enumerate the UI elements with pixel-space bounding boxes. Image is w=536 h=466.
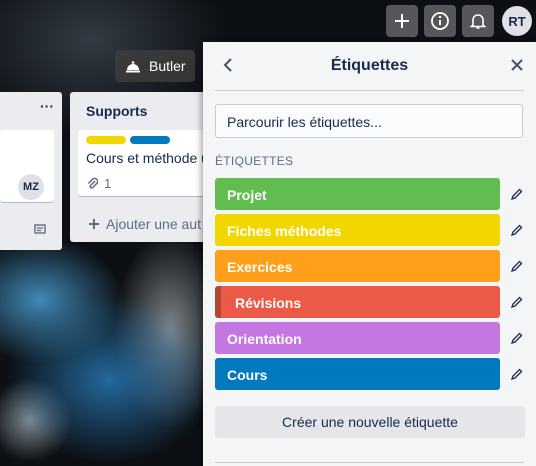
add-card-label: Ajouter une aut (106, 216, 201, 232)
pencil-icon (511, 224, 523, 236)
search-labels-input[interactable]: Parcourir les étiquettes... (215, 104, 523, 138)
edit-label-orientation[interactable] (507, 328, 527, 348)
label-orientation[interactable]: Orientation (215, 322, 500, 354)
card-title: Cours et méthode ut (86, 150, 213, 166)
notifications-button[interactable] (462, 5, 494, 37)
edit-label-exercices[interactable] (507, 256, 527, 276)
panel-header: Étiquettes (203, 42, 536, 90)
pencil-icon (511, 368, 523, 380)
edit-label-projet[interactable] (507, 184, 527, 204)
add-card-button[interactable]: Ajouter une aut (88, 216, 201, 232)
member-avatar: MZ (18, 174, 44, 200)
add-button[interactable] (386, 5, 418, 37)
info-icon (431, 12, 449, 30)
pencil-icon (511, 296, 523, 308)
card-label-yellow (86, 136, 126, 144)
bell-icon (469, 14, 487, 29)
label-revisions[interactable]: Révisions (215, 286, 500, 318)
label-projet[interactable]: Projet (215, 178, 500, 210)
list-title[interactable]: Supports (86, 103, 147, 119)
label-exercices[interactable]: Exercices (215, 250, 500, 282)
edit-label-fiches-methodes[interactable] (507, 220, 527, 240)
card-label-blue (130, 136, 170, 144)
plus-icon (89, 219, 99, 229)
label-fiches-methodes[interactable]: Fiches méthodes (215, 214, 500, 246)
card[interactable]: Cours et méthode ut 1 (78, 130, 220, 196)
labels-section-title: ÉTIQUETTES (215, 154, 294, 168)
pencil-icon (511, 260, 523, 272)
list-menu-button[interactable]: ··· (40, 98, 54, 114)
close-icon (511, 59, 523, 71)
footer-divider (215, 462, 524, 463)
card[interactable]: MZ (0, 130, 54, 202)
header-divider (215, 90, 524, 91)
close-button[interactable] (509, 54, 525, 78)
butler-button[interactable]: Butler (115, 50, 195, 82)
card-template-icon[interactable] (34, 223, 46, 235)
card-badges: 1 (86, 176, 111, 191)
create-label-button[interactable]: Créer une nouvelle étiquette (215, 406, 525, 438)
info-button[interactable] (424, 5, 456, 37)
header-actions: RT (386, 0, 536, 42)
label-cours[interactable]: Cours (215, 358, 500, 390)
edit-label-cours[interactable] (507, 364, 527, 384)
pencil-icon (511, 188, 523, 200)
list-column-supports: Supports Cours et méthode ut 1 Ajouter u… (70, 92, 220, 242)
plus-icon (395, 14, 409, 28)
attachment-icon (87, 177, 98, 189)
edit-label-revisions[interactable] (507, 292, 527, 312)
butler-label: Butler (149, 58, 186, 74)
user-avatar[interactable]: RT (502, 6, 532, 36)
pencil-icon (511, 332, 523, 344)
labels-panel: Étiquettes Parcourir les étiquettes... É… (203, 42, 536, 466)
attachment-count: 1 (104, 176, 112, 191)
butler-bell-icon (126, 61, 140, 73)
list-column: ··· MZ (0, 92, 62, 250)
panel-title: Étiquettes (330, 57, 409, 74)
